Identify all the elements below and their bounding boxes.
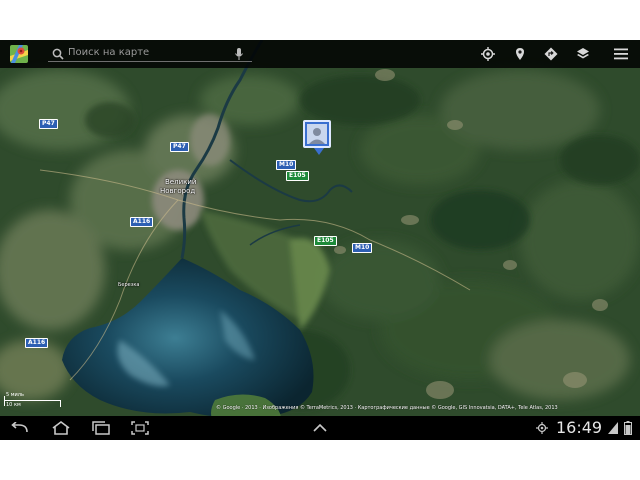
- screenshot-icon: [131, 421, 149, 435]
- system-bar: 16:49: [0, 416, 640, 440]
- microphone-icon: [235, 48, 243, 60]
- directions-icon: [544, 47, 558, 61]
- city-label-line1: Великий: [165, 178, 197, 186]
- search-input[interactable]: Поиск на карте: [68, 47, 149, 58]
- road-shield-m10: M10: [276, 160, 297, 170]
- layers-icon: [577, 48, 589, 59]
- status-clock: 16:49: [556, 418, 603, 437]
- gps-icon: [536, 422, 548, 434]
- road-shield-m10-lower: M10: [352, 243, 373, 253]
- voice-search-button[interactable]: [230, 40, 248, 68]
- screenshot-button[interactable]: [128, 416, 152, 440]
- search-underline: [48, 61, 252, 62]
- recent-apps-button[interactable]: [88, 416, 114, 440]
- maps-toolbar: Поиск на карте: [0, 40, 640, 68]
- places-button[interactable]: [510, 40, 530, 68]
- back-button[interactable]: [6, 416, 32, 440]
- signal-icon: [608, 422, 618, 434]
- map-copyright: © Google · 2013 · Изображения © TerraMet…: [216, 405, 558, 411]
- person-icon: [307, 124, 327, 144]
- my-location-icon: [481, 47, 495, 61]
- menu-button[interactable]: [610, 40, 632, 68]
- road-shield-a116: A116: [130, 217, 154, 227]
- road-shield-p47-city: P47: [170, 142, 189, 152]
- city-label-line2: Новгород: [160, 187, 196, 195]
- menu-icon: [614, 48, 628, 60]
- gps-status: [534, 416, 550, 440]
- recent-apps-icon: [92, 421, 110, 435]
- road-shield-e105-lower: E105: [314, 236, 337, 246]
- scale-km: 10 км: [6, 402, 21, 408]
- my-location-button[interactable]: [478, 40, 498, 68]
- scale-miles: 5 миль: [6, 392, 24, 398]
- search-icon: [52, 48, 64, 60]
- search-button[interactable]: [50, 40, 66, 68]
- signal-status: [607, 416, 619, 440]
- road-shield-e105: E105: [286, 171, 309, 181]
- layers-button[interactable]: [573, 40, 593, 68]
- road-shield-p47: P47: [39, 119, 58, 129]
- maps-logo-button[interactable]: [6, 40, 32, 68]
- home-icon: [52, 421, 70, 435]
- device-screen: P47 P47 A116 A116 M10 M10 E105 E105 Вели…: [0, 40, 640, 440]
- battery-icon: [624, 421, 632, 435]
- home-button[interactable]: [48, 416, 74, 440]
- directions-button[interactable]: [541, 40, 561, 68]
- battery-status: [622, 416, 634, 440]
- road-shield-a116-lower: A116: [25, 338, 49, 348]
- up-chevron-icon: [313, 424, 327, 432]
- maps-logo-icon: [10, 45, 28, 63]
- expand-tray-button[interactable]: [310, 416, 330, 440]
- user-location-marker[interactable]: [303, 120, 331, 155]
- places-icon: [516, 48, 524, 60]
- place-label: Березка: [118, 282, 140, 288]
- back-icon: [11, 422, 28, 433]
